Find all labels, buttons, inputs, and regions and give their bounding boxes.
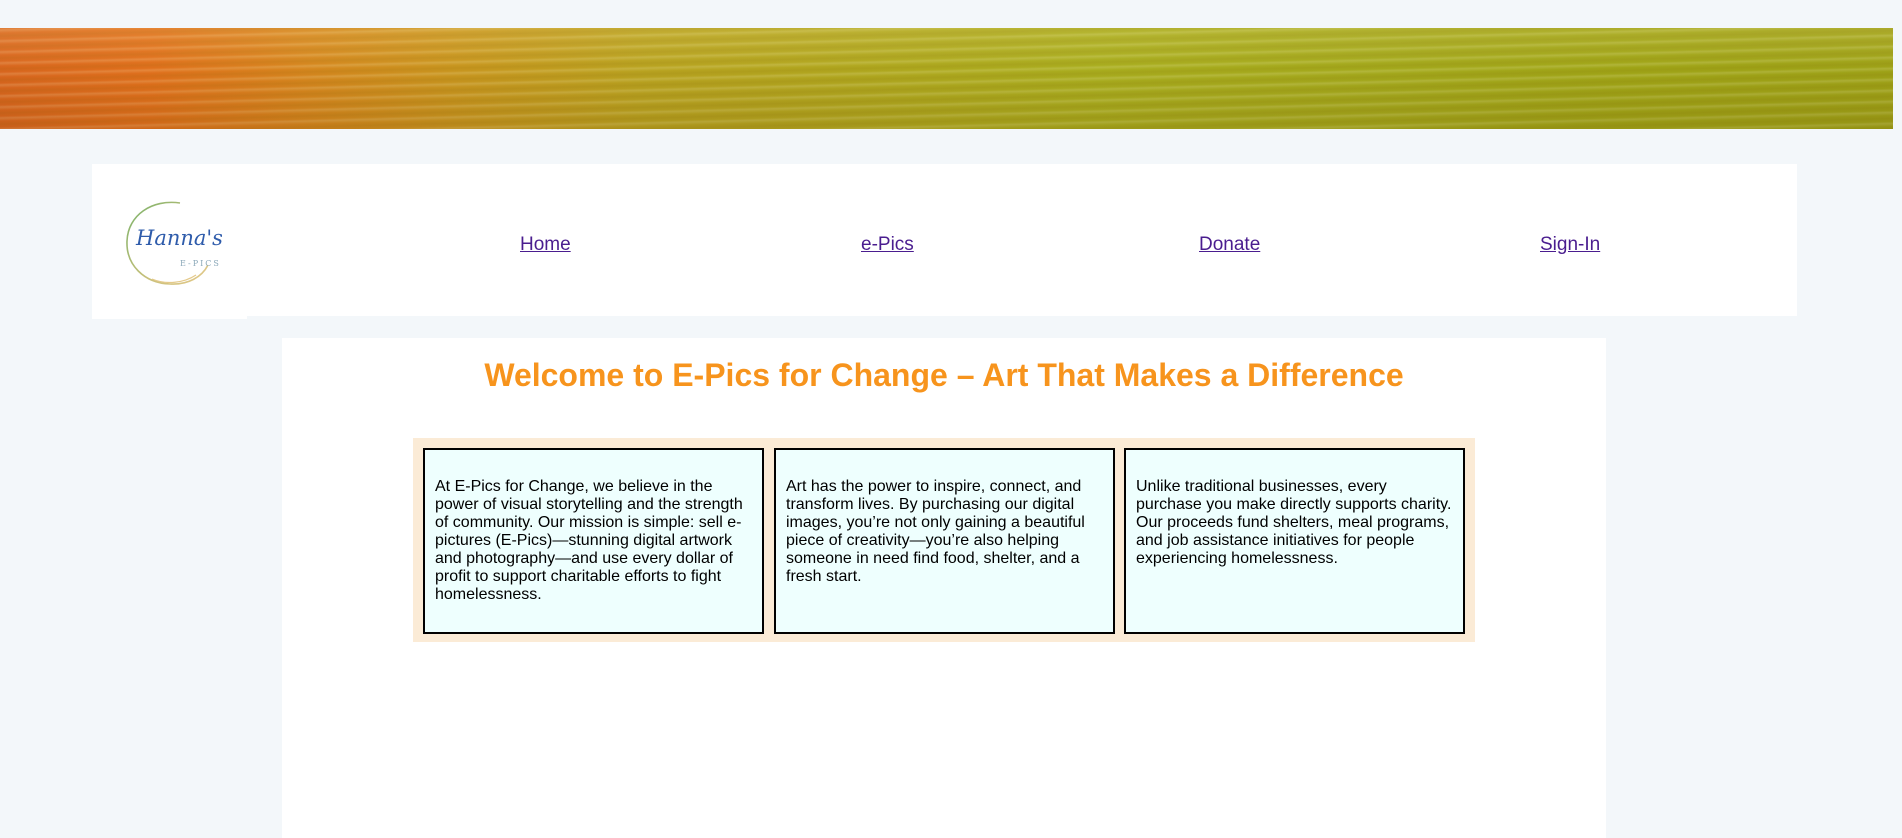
info-card: Unlike traditional businesses, every pur… — [1124, 448, 1465, 634]
page: Hanna's E-PICS Home e-Pics Donate Sign-I… — [0, 0, 1902, 838]
info-cards-container: At E-Pics for Change, we believe in the … — [413, 438, 1475, 642]
nav-link-home[interactable]: Home — [520, 234, 571, 256]
info-card: At E-Pics for Change, we believe in the … — [423, 448, 764, 634]
info-card-text: Unlike traditional businesses, every pur… — [1136, 478, 1452, 567]
header-banner-image — [0, 28, 1893, 129]
nav-link-donate[interactable]: Donate — [1199, 234, 1260, 256]
info-card-text: At E-Pics for Change, we believe in the … — [435, 478, 743, 603]
page-title: Welcome to E-Pics for Change – Art That … — [484, 357, 1404, 393]
main-content: Welcome to E-Pics for Change – Art That … — [282, 338, 1606, 838]
nav-link-sign-in[interactable]: Sign-In — [1540, 234, 1600, 256]
main-nav: Home e-Pics Donate Sign-In — [92, 164, 1797, 316]
info-card: Art has the power to inspire, connect, a… — [774, 448, 1115, 634]
nav-link-epics[interactable]: e-Pics — [861, 234, 914, 256]
info-card-text: Art has the power to inspire, connect, a… — [786, 478, 1085, 585]
banner-shade — [0, 28, 1893, 129]
